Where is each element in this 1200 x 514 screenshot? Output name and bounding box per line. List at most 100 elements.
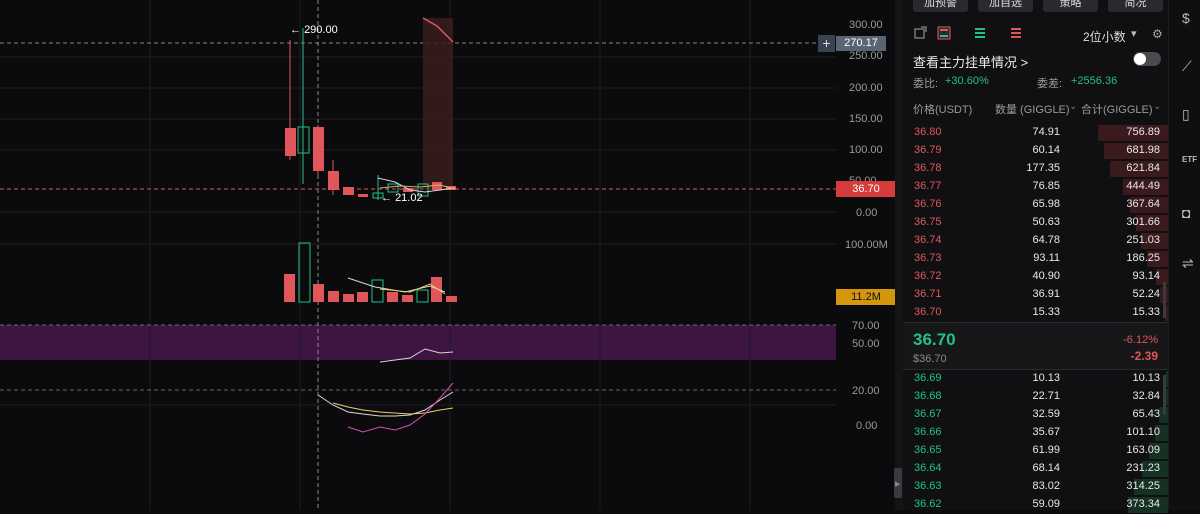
bid-qty: 32.59	[1032, 408, 1060, 420]
ask-row[interactable]: 36.79 60.14 681.98	[903, 142, 1168, 160]
ask-row[interactable]: 36.77 76.85 444.49	[903, 178, 1168, 196]
ask-row[interactable]: 36.78 177.35 621.84	[903, 160, 1168, 178]
weibi-value: +30.60%	[945, 75, 989, 87]
kline-chart[interactable]: 300.00 250.00 200.00 150.00 100.00 50.00…	[0, 0, 895, 510]
bid-row[interactable]: 36.68 22.71 32.84	[903, 388, 1168, 406]
high-label: 290.00	[304, 24, 338, 36]
ask-qty: 93.11	[1033, 252, 1060, 264]
column-total[interactable]: 合计(GIGGLE)	[1081, 101, 1153, 117]
svg-text:150.00: 150.00	[849, 113, 883, 125]
history-icon[interactable]: ▯	[1182, 106, 1200, 126]
column-total-chevron-icon[interactable]: ⌄	[1153, 101, 1161, 112]
bid-row[interactable]: 36.67 32.59 65.43	[903, 406, 1168, 424]
bid-total: 231.23	[1126, 462, 1160, 474]
scroll-arrow-icon[interactable]: ▶	[895, 480, 900, 488]
crosshair-price-tag: 270.17	[836, 36, 886, 51]
book-asks-icon[interactable]	[1009, 26, 1023, 40]
bid-qty: 35.67	[1032, 426, 1060, 438]
alert-button[interactable]: 加预警	[913, 0, 968, 12]
bid-price: 36.68	[914, 390, 942, 402]
svg-text:300.00: 300.00	[849, 19, 883, 31]
ask-row[interactable]: 36.74 64.78 251.03	[903, 232, 1168, 250]
etf-icon[interactable]: ETF	[1182, 155, 1200, 175]
add-order-plus-icon[interactable]: +	[818, 35, 835, 52]
expand-icon[interactable]	[913, 26, 927, 40]
watchlist-button[interactable]: 加自选	[978, 0, 1033, 12]
ask-qty: 36.91	[1032, 288, 1060, 300]
ask-price: 36.76	[914, 198, 942, 210]
bid-price: 36.63	[914, 480, 942, 492]
overview-button[interactable]: 简况	[1108, 0, 1163, 12]
ask-row[interactable]: 36.76 65.98 367.64	[903, 196, 1168, 214]
bids-scrollbar[interactable]	[1163, 375, 1166, 415]
bot-icon[interactable]: ◘	[1182, 205, 1200, 225]
bid-total: 373.34	[1126, 498, 1160, 510]
volume-bars	[284, 242, 457, 303]
volume-axis-label: 100.00M	[845, 239, 888, 251]
high-annotation: ← 290.00	[290, 24, 338, 36]
last-volume-tag: 11.2M	[836, 289, 896, 305]
column-quantity[interactable]: 数量 (GIGGLE)	[995, 101, 1070, 117]
ask-row[interactable]: 36.73 93.11 186.25	[903, 250, 1168, 268]
exchange-icon[interactable]: ⇌	[1182, 255, 1200, 275]
bid-row[interactable]: 36.65 61.99 163.09	[903, 442, 1168, 460]
svg-text:250.00: 250.00	[849, 50, 883, 62]
dollar-icon[interactable]: $	[1182, 10, 1200, 30]
column-price: 价格(USDT)	[913, 104, 973, 116]
bid-total: 32.84	[1132, 390, 1160, 402]
ask-row[interactable]: 36.71 36.91 52.24	[903, 286, 1168, 304]
action-buttons: 加预警 加自选 策略 简况	[903, 0, 1168, 14]
panel-divider[interactable]	[895, 0, 903, 510]
rsi-band	[0, 325, 836, 360]
rsi-axis-70: 70.00	[852, 320, 880, 332]
ask-total: 621.84	[1126, 162, 1160, 174]
asks-scrollbar[interactable]	[1163, 282, 1166, 318]
bid-price: 36.62	[914, 498, 942, 510]
bid-row[interactable]: 36.63 83.02 314.25	[903, 478, 1168, 496]
bid-total: 65.43	[1132, 408, 1160, 420]
bid-qty: 10.13	[1032, 372, 1060, 384]
ask-total: 301.66	[1126, 216, 1160, 228]
ask-row[interactable]: 36.75 50.63 301.66	[903, 214, 1168, 232]
bid-row[interactable]: 36.64 68.14 231.23	[903, 460, 1168, 478]
ask-qty: 65.98	[1032, 198, 1060, 210]
precision-select[interactable]: 2位小数	[1083, 28, 1126, 45]
column-quantity-chevron-icon[interactable]: ⌄	[1069, 101, 1077, 112]
book-bids-icon[interactable]	[973, 26, 987, 40]
tool-strip: $ ⟋ ▯ ETF ◘ ⇌	[1168, 0, 1200, 510]
last-price-tag: 36.70	[836, 181, 896, 197]
bid-row[interactable]: 36.69 10.13 10.13	[903, 370, 1168, 388]
ask-total: 251.03	[1126, 234, 1160, 246]
svg-text:200.00: 200.00	[849, 82, 883, 94]
ask-qty: 177.35	[1026, 162, 1060, 174]
bid-total: 163.09	[1126, 444, 1160, 456]
chevron-down-icon[interactable]: ▾	[1131, 27, 1137, 40]
ask-qty: 40.90	[1032, 270, 1060, 282]
ask-price: 36.75	[914, 216, 942, 228]
strategy-button[interactable]: 策略	[1043, 0, 1098, 12]
ask-row[interactable]: 36.72 40.90 93.14	[903, 268, 1168, 286]
ask-price: 36.77	[914, 180, 942, 192]
ask-qty: 64.78	[1032, 234, 1060, 246]
bid-row[interactable]: 36.62 59.09 373.34	[903, 496, 1168, 514]
current-price: 36.70	[913, 330, 956, 349]
ask-price: 36.80	[914, 126, 942, 138]
settings-gear-icon[interactable]: ⚙	[1152, 27, 1163, 41]
book-both-icon[interactable]	[937, 26, 951, 40]
bid-row[interactable]: 36.66 35.67 101.10	[903, 424, 1168, 442]
ask-row[interactable]: 36.80 74.91 756.89	[903, 124, 1168, 142]
major-orders-link[interactable]: 查看主力挂单情况 >	[913, 52, 1028, 71]
bid-price: 36.66	[914, 426, 942, 438]
low-label: 21.02	[395, 192, 423, 204]
order-book-panel: 加预警 加自选 策略 简况 2位小数 ▾ ⚙ 查看主力挂单情况 > 委比: +3…	[903, 0, 1168, 513]
ask-row[interactable]: 36.70 15.33 15.33	[903, 304, 1168, 322]
mid-price-bar: 36.70 $36.70 -6.12% -2.39	[903, 322, 1168, 370]
change-percent: -6.12%	[1123, 334, 1158, 346]
kdj-axis-0: 0.00	[856, 420, 877, 432]
ask-total: 444.49	[1126, 180, 1160, 192]
bid-qty: 68.14	[1032, 462, 1060, 474]
chart-area[interactable]: 300.00 250.00 200.00 150.00 100.00 50.00…	[0, 0, 896, 510]
ask-qty: 60.14	[1032, 144, 1060, 156]
chart-icon[interactable]: ⟋	[1182, 58, 1200, 78]
low-annotation: ← 21.02	[381, 192, 423, 204]
